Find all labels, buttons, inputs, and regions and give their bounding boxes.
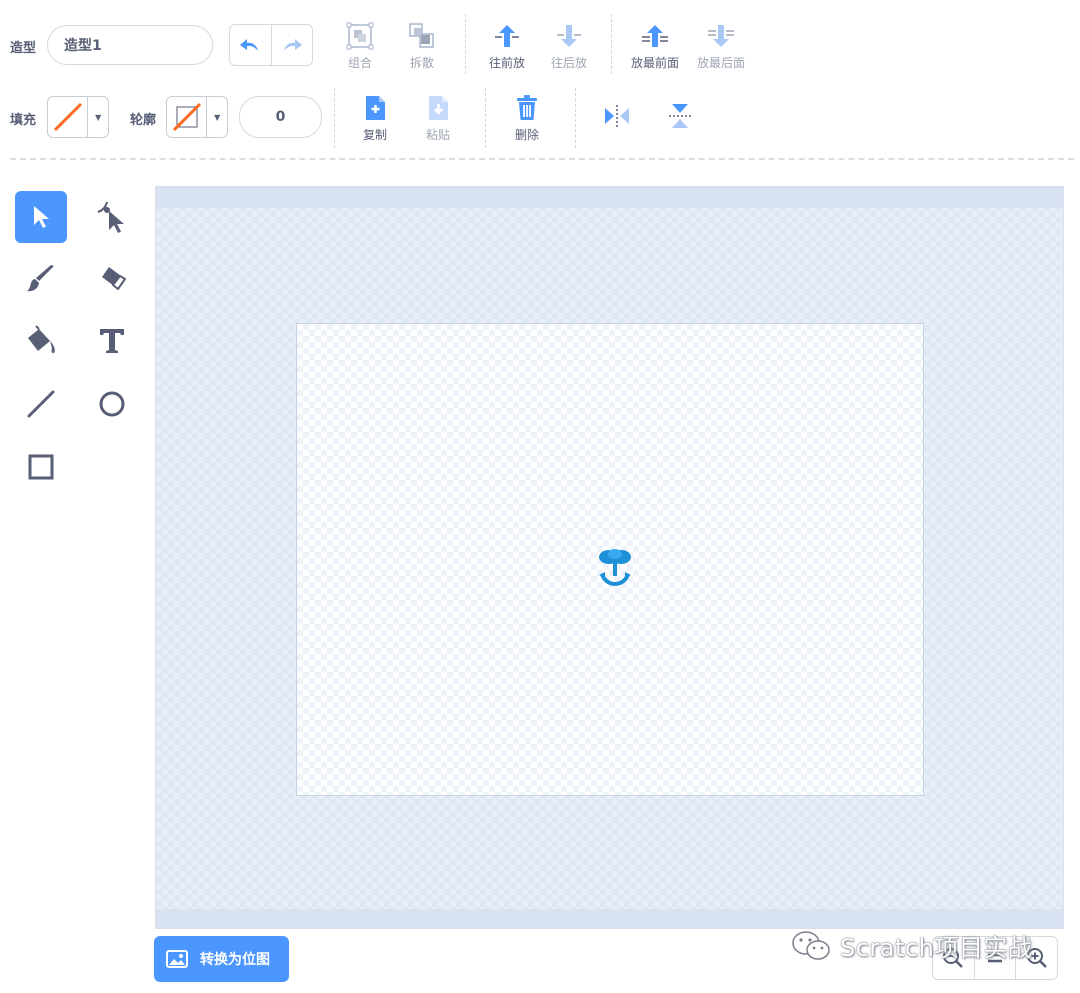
reshape-tool[interactable] — [86, 191, 138, 243]
circle-tool[interactable] — [86, 378, 138, 430]
ungroup-icon — [409, 23, 434, 48]
costume-sprite[interactable] — [596, 548, 634, 588]
front-button[interactable]: 放最前面 — [623, 20, 687, 71]
watermark-text: Scratch项目实战 — [840, 934, 1033, 962]
fill-label: 填充 — [10, 113, 37, 128]
bring-front-icon — [642, 25, 668, 47]
paste-button[interactable]: 粘贴 — [406, 92, 470, 143]
eraser-icon — [102, 267, 126, 290]
canvas-bottom-band — [156, 909, 1063, 928]
reshape-icon — [97, 201, 124, 233]
costume-name-input[interactable] — [47, 25, 213, 65]
wechat-icon — [792, 930, 830, 960]
brush-tool[interactable] — [15, 253, 67, 305]
flip-horizontal-button[interactable] — [585, 100, 649, 132]
send-back-icon — [708, 25, 734, 47]
brush-icon — [27, 265, 54, 292]
outline-color-picker[interactable]: ▼ — [166, 96, 228, 138]
group-button[interactable]: 组合 — [328, 20, 392, 71]
no-outline-swatch-icon — [172, 102, 201, 132]
flip-vertical-button[interactable] — [648, 100, 712, 132]
circle-icon — [99, 391, 125, 417]
outline-width-input[interactable] — [239, 96, 322, 138]
undo-button[interactable] — [230, 25, 271, 65]
copy-icon — [366, 96, 385, 120]
ungroup-button[interactable]: 拆散 — [390, 20, 454, 71]
image-icon — [166, 950, 188, 968]
rectangle-icon — [28, 454, 54, 480]
flip-vertical-icon — [669, 104, 691, 128]
group-icon — [346, 22, 374, 50]
backward-icon — [557, 25, 581, 47]
undo-redo-group — [229, 24, 313, 66]
select-tool[interactable] — [15, 191, 67, 243]
undo-icon — [240, 39, 259, 51]
paste-icon — [429, 96, 448, 120]
redo-button[interactable] — [270, 25, 313, 65]
watermark: Scratch项目实战 — [790, 928, 1032, 963]
eraser-tool[interactable] — [86, 253, 138, 305]
chevron-down-icon: ▼ — [87, 97, 108, 137]
back-button[interactable]: 放最后面 — [689, 20, 753, 71]
outline-label: 轮廓 — [130, 113, 157, 128]
flip-horizontal-icon — [605, 105, 629, 127]
line-icon — [27, 390, 55, 418]
fill-tool[interactable] — [15, 315, 67, 367]
line-tool[interactable] — [15, 378, 67, 430]
text-tool[interactable] — [86, 315, 138, 367]
chevron-down-icon: ▼ — [206, 97, 227, 137]
text-t-icon — [100, 329, 124, 353]
redo-icon — [283, 39, 302, 51]
forward-icon — [495, 25, 519, 47]
copy-button[interactable]: 复制 — [343, 92, 407, 143]
paint-canvas-area[interactable] — [155, 186, 1064, 929]
arrow-select-icon — [34, 206, 49, 228]
trash-icon — [517, 95, 537, 120]
paint-bucket-icon — [28, 325, 55, 354]
rectangle-tool[interactable] — [15, 441, 67, 493]
canvas-top-band — [156, 187, 1063, 208]
convert-to-bitmap-button[interactable]: 转换为位图 — [154, 936, 289, 982]
stage-area[interactable] — [296, 323, 924, 796]
delete-button[interactable]: 删除 — [495, 92, 559, 143]
fill-color-picker[interactable]: ▼ — [47, 96, 109, 138]
backward-button[interactable]: 往后放 — [537, 20, 601, 71]
no-fill-swatch-icon — [53, 102, 82, 132]
forward-button[interactable]: 往前放 — [475, 20, 539, 71]
costume-label: 造型 — [10, 41, 37, 56]
